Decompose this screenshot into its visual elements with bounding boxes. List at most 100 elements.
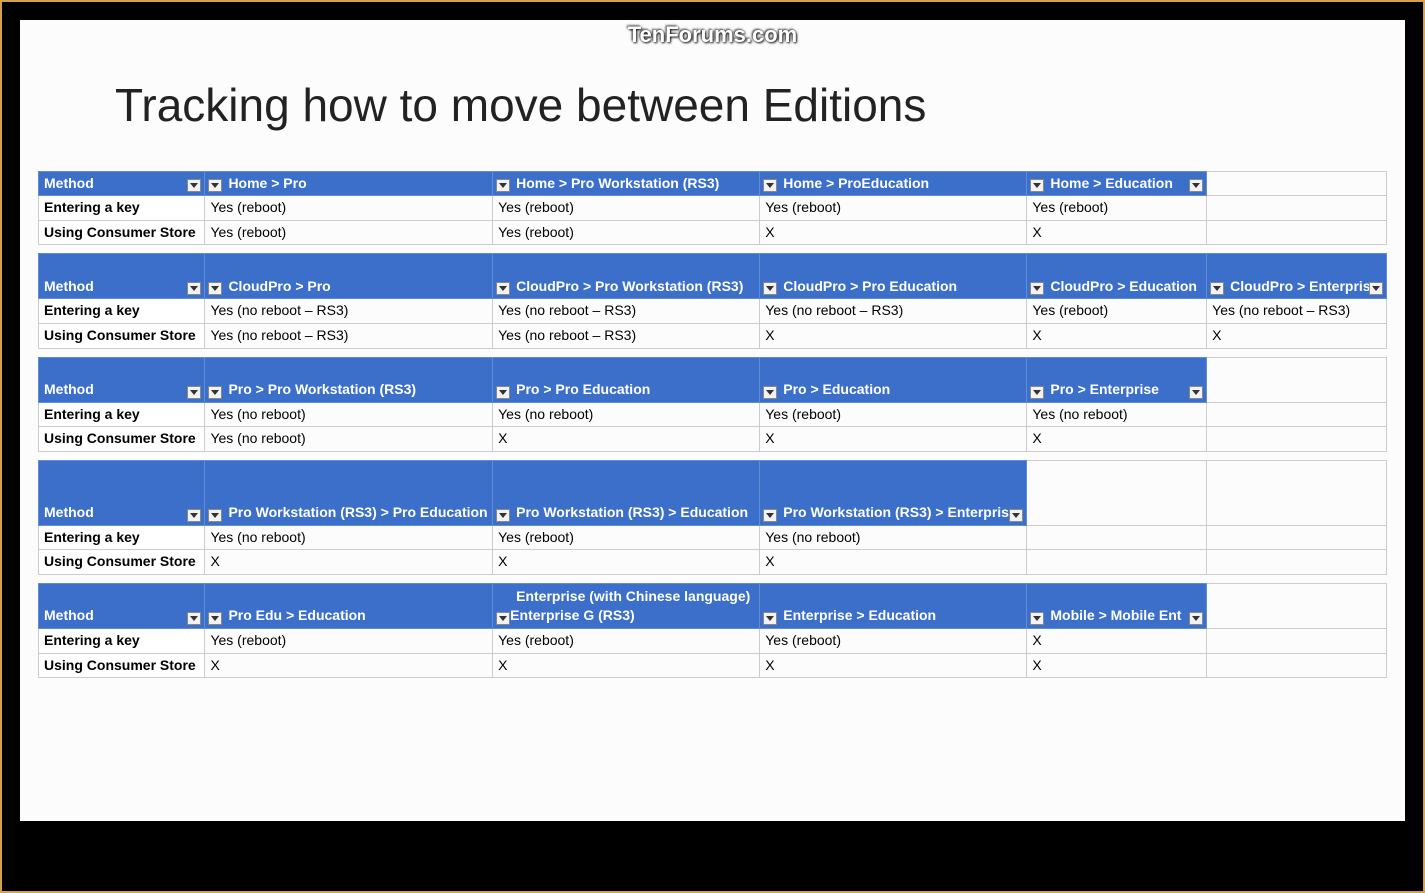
cell: X [205, 550, 493, 575]
filter-dropdown-icon[interactable] [763, 612, 777, 625]
filter-dropdown-icon[interactable] [1189, 179, 1203, 192]
header-label: Pro > Education [765, 380, 890, 400]
filter-dropdown-icon[interactable] [763, 179, 777, 192]
col-home-education[interactable]: Home > Education [1027, 171, 1207, 196]
filter-dropdown-icon[interactable] [187, 612, 201, 625]
col-prows-education[interactable]: Pro Workstation (RS3) > Education [493, 460, 760, 525]
filter-dropdown-icon[interactable] [496, 179, 510, 192]
cell: Yes (reboot) [760, 402, 1027, 427]
col-cloudpro-pro[interactable]: CloudPro > Pro [205, 254, 493, 299]
cell: X [493, 427, 760, 452]
cell: Yes (reboot) [493, 525, 760, 550]
col-pro-proeducation[interactable]: Pro > Pro Education [493, 357, 760, 402]
col-pro-education[interactable]: Pro > Education [760, 357, 1027, 402]
filter-dropdown-icon[interactable] [1030, 179, 1044, 192]
col-enterprise-education[interactable]: Enterprise > Education [760, 583, 1027, 628]
slide: Tracking how to move between Editions Me… [20, 20, 1405, 821]
col-pro-proworkstation[interactable]: Pro > Pro Workstation (RS3) [205, 357, 493, 402]
empty-cell [1027, 460, 1207, 525]
filter-dropdown-icon[interactable] [1189, 386, 1203, 399]
empty-cell [1207, 583, 1387, 628]
filter-dropdown-icon[interactable] [1030, 612, 1044, 625]
col-cloudpro-proworkstation[interactable]: CloudPro > Pro Workstation (RS3) [493, 254, 760, 299]
filter-dropdown-icon[interactable] [496, 386, 510, 399]
filter-dropdown-icon[interactable] [208, 386, 222, 399]
filter-dropdown-icon[interactable] [496, 509, 510, 522]
filter-dropdown-icon[interactable] [208, 612, 222, 625]
row-label: Entering a key [39, 196, 205, 221]
tables-container: Method Home > Pro Home > Pro Workstation… [38, 171, 1387, 679]
col-home-proworkstation[interactable]: Home > Pro Workstation (RS3) [493, 171, 760, 196]
cell: Yes (no reboot – RS3) [205, 299, 493, 324]
col-method[interactable]: Method [39, 460, 205, 525]
header-label: Pro > Pro Education [498, 380, 650, 400]
filter-dropdown-icon[interactable] [187, 282, 201, 295]
empty-cell [1207, 427, 1387, 452]
cell: X [760, 653, 1027, 678]
header-label: Method [44, 277, 94, 297]
col-home-pro[interactable]: Home > Pro [205, 171, 493, 196]
empty-cell [1207, 460, 1387, 525]
filter-dropdown-icon[interactable] [496, 612, 510, 625]
header-label: Method [44, 503, 94, 523]
col-proedu-education[interactable]: Pro Edu > Education [205, 583, 493, 628]
col-prows-proeducation[interactable]: Pro Workstation (RS3) > Pro Education [205, 460, 493, 525]
watermark-text: TenForums.com [628, 22, 798, 48]
table-row: Using Consumer Store Yes (no reboot) X X… [39, 427, 1387, 452]
header-label: Pro > Pro Workstation (RS3) [210, 380, 416, 400]
col-enterprise-entg[interactable]: Enterprise (with Chinese language) > Ent… [493, 583, 760, 628]
filter-dropdown-icon[interactable] [1030, 282, 1044, 295]
cell: Yes (reboot) [493, 196, 760, 221]
filter-dropdown-icon[interactable] [208, 282, 222, 295]
col-method[interactable]: Method [39, 171, 205, 196]
col-method[interactable]: Method [39, 583, 205, 628]
cell: Yes (reboot) [205, 628, 493, 653]
row-label: Entering a key [39, 402, 205, 427]
col-cloudpro-enterprise[interactable]: CloudPro > Enterprise [1207, 254, 1387, 299]
col-cloudpro-education[interactable]: CloudPro > Education [1027, 254, 1207, 299]
table-row: Using Consumer Store Yes (reboot) Yes (r… [39, 220, 1387, 245]
filter-dropdown-icon[interactable] [187, 386, 201, 399]
cell: Yes (no reboot) [205, 402, 493, 427]
empty-cell [1207, 525, 1387, 550]
cell: Yes (reboot) [205, 220, 493, 245]
filter-dropdown-icon[interactable] [1210, 282, 1224, 295]
filter-dropdown-icon[interactable] [763, 282, 777, 295]
table-proworkstation: Method Pro Workstation (RS3) > Pro Educa… [38, 460, 1387, 575]
col-prows-enterprise[interactable]: Pro Workstation (RS3) > Enterprise [760, 460, 1027, 525]
row-label: Using Consumer Store [39, 653, 205, 678]
filter-dropdown-icon[interactable] [208, 509, 222, 522]
col-method[interactable]: Method [39, 254, 205, 299]
col-method[interactable]: Method [39, 357, 205, 402]
filter-dropdown-icon[interactable] [187, 509, 201, 522]
header-label: Home > Pro [210, 174, 306, 194]
col-home-proeducation[interactable]: Home > ProEducation [760, 171, 1027, 196]
filter-dropdown-icon[interactable] [208, 179, 222, 192]
filter-dropdown-icon[interactable] [1369, 282, 1383, 295]
empty-cell [1207, 402, 1387, 427]
empty-cell [1207, 357, 1387, 402]
filter-dropdown-icon[interactable] [1009, 509, 1023, 522]
header-label: Home > Pro Workstation (RS3) [498, 174, 719, 194]
table-row: Entering a key Yes (no reboot) Yes (rebo… [39, 525, 1387, 550]
filter-dropdown-icon[interactable] [187, 179, 201, 192]
cell: Yes (reboot) [493, 220, 760, 245]
cell: X [493, 550, 760, 575]
filter-dropdown-icon[interactable] [763, 386, 777, 399]
header-label: Pro Workstation (RS3) > Enterprise [765, 503, 1017, 523]
filter-dropdown-icon[interactable] [1030, 386, 1044, 399]
cell: X [760, 427, 1027, 452]
header-label: Pro Edu > Education [210, 606, 365, 626]
filter-dropdown-icon[interactable] [1189, 612, 1203, 625]
col-pro-enterprise[interactable]: Pro > Enterprise [1027, 357, 1207, 402]
filter-dropdown-icon[interactable] [763, 509, 777, 522]
filter-dropdown-icon[interactable] [496, 282, 510, 295]
header-label: Home > Education [1032, 174, 1173, 194]
header-label: Mobile > Mobile Ent [1032, 606, 1181, 626]
col-cloudpro-proeducation[interactable]: CloudPro > Pro Education [760, 254, 1027, 299]
col-mobile-mobileent[interactable]: Mobile > Mobile Ent [1027, 583, 1207, 628]
header-label: Enterprise (with Chinese language) > Ent… [498, 588, 750, 624]
cell: Yes (reboot) [205, 196, 493, 221]
header-label: CloudPro > Pro Education [765, 277, 957, 297]
cell: Yes (no reboot – RS3) [1207, 299, 1387, 324]
